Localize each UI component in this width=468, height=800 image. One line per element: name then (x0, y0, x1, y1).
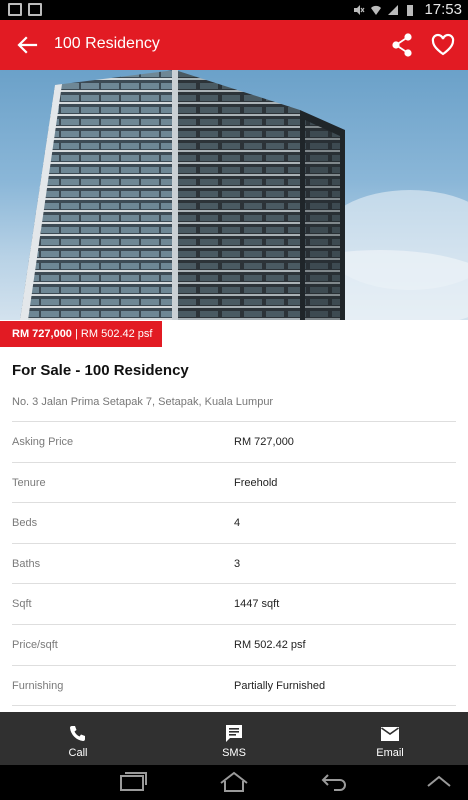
wifi-icon (371, 5, 382, 15)
detail-value: RM 502.42 psf (234, 638, 306, 651)
gallery-notification-icon (8, 3, 22, 16)
battery-icon (407, 4, 414, 16)
listing-title: For Sale - 100 Residency (12, 362, 189, 379)
detail-value: 4 (234, 517, 241, 530)
price-amount: RM 727,000 (12, 328, 72, 340)
message-icon (226, 725, 242, 742)
detail-row-tenure: Tenure Freehold (12, 463, 456, 504)
detail-row-price-per-sqft: Price/sqft RM 502.42 psf (12, 625, 456, 666)
detail-label: Tenure (12, 476, 46, 489)
detail-row-sqft: Sqft 1447 sqft (12, 584, 456, 625)
contact-action-bar: Call SMS Email (0, 712, 468, 765)
call-label: Call (68, 747, 88, 759)
property-photo[interactable]: Condominium 4 (0, 70, 468, 320)
email-button[interactable]: Email (312, 712, 468, 765)
detail-label: Baths (12, 557, 41, 570)
detail-row-asking-price: Asking Price RM 727,000 (12, 422, 456, 463)
detail-row-baths: Baths 3 (12, 544, 456, 585)
status-bar: 17:53 (0, 0, 468, 20)
detail-label: Beds (12, 517, 38, 530)
back-arrow-icon[interactable] (14, 33, 40, 57)
mute-icon (354, 4, 365, 15)
details-table: Asking Price RM 727,000 Tenure Freehold … (12, 421, 456, 707)
back-nav-icon[interactable] (320, 771, 350, 793)
detail-label: Furnishing (12, 679, 64, 692)
detail-label: Price/sqft (12, 638, 58, 651)
price-per-sqft: RM 502.42 psf (80, 328, 153, 340)
detail-value: 3 (234, 557, 241, 570)
sms-button[interactable]: SMS (156, 712, 312, 765)
page-title: 100 Residency (54, 35, 160, 52)
system-navigation-bar (0, 765, 468, 800)
detail-row-furnishing: Furnishing Partially Furnished (12, 666, 456, 707)
app-bar: 100 Residency (0, 20, 468, 70)
building-illustration (20, 70, 468, 320)
price-separator: | (71, 328, 81, 340)
chevron-up-icon[interactable] (424, 771, 454, 793)
share-icon[interactable] (390, 32, 414, 58)
favorite-heart-icon[interactable] (430, 32, 456, 58)
detail-value: Partially Furnished (234, 679, 326, 692)
detail-value: Freehold (234, 476, 278, 489)
status-time: 17:53 (424, 1, 462, 18)
detail-value: 1447 sqft (234, 598, 280, 611)
call-button[interactable]: Call (0, 712, 156, 765)
price-bar: RM 727,000 | RM 502.42 psf (0, 321, 163, 347)
phone-icon (70, 726, 85, 741)
mail-icon (381, 727, 399, 741)
signal-icon (388, 4, 399, 15)
detail-row-beds: Beds 4 (12, 503, 456, 544)
listing-address: No. 3 Jalan Prima Setapak 7, Setapak, Ku… (12, 396, 274, 408)
recent-apps-icon[interactable] (118, 771, 148, 793)
detail-label: Asking Price (12, 436, 74, 448)
home-icon[interactable] (219, 771, 249, 793)
sms-label: SMS (222, 747, 246, 759)
detail-value: RM 727,000 (234, 436, 294, 448)
detail-label: Sqft (12, 598, 32, 611)
sd-card-notification-icon (28, 3, 42, 16)
email-label: Email (376, 747, 404, 759)
